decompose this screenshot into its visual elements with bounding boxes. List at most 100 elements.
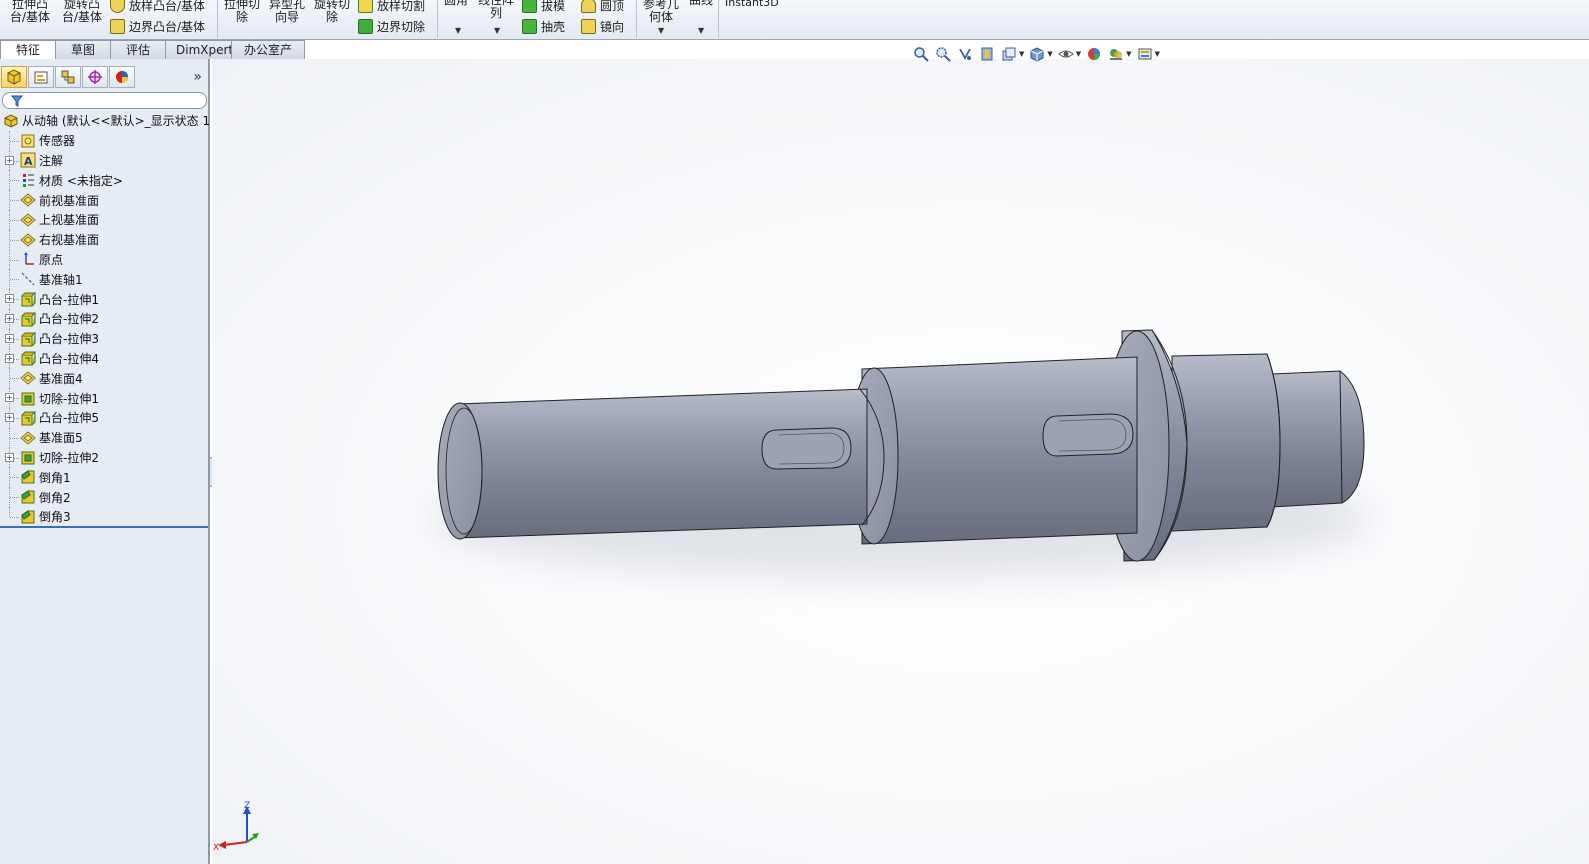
tab-features[interactable]: 特征 (0, 40, 56, 59)
expand-node-icon[interactable]: + (5, 393, 14, 403)
expand-node-icon[interactable]: + (5, 452, 14, 462)
linear-pattern-button[interactable]: 线性阵 列 (478, 0, 514, 20)
tab-sketch[interactable]: 草图 (55, 40, 111, 59)
tree-item[interactable]: + 切除-拉伸1 (0, 388, 208, 408)
tree-item[interactable]: 倒角2 (0, 487, 208, 507)
tree-item[interactable]: + 凸台-拉伸5 (0, 407, 208, 428)
view-settings-dropdown-icon[interactable]: ▼ (1155, 50, 1160, 58)
tree-item[interactable]: 右视基准面 (0, 229, 208, 250)
dome-button[interactable]: 圆顶 (581, 0, 624, 14)
revolve-cut-button[interactable]: 旋转切 除 (314, 0, 350, 24)
chamfer-icon (20, 489, 36, 505)
dimxpert-icon (88, 70, 102, 84)
display-style-dropdown-icon[interactable]: ▼ (1047, 50, 1052, 58)
tree-item[interactable]: 前视基准面 (0, 190, 208, 210)
expand-node-icon[interactable]: + (5, 353, 14, 363)
curves-dropdown-icon[interactable]: ▼ (698, 26, 704, 35)
fillet-dropdown-icon[interactable]: ▼ (455, 26, 461, 35)
tree-item[interactable]: 倒角3 (0, 506, 208, 527)
display-manager-tab-button[interactable] (109, 66, 135, 88)
view-settings-icon[interactable] (1136, 45, 1154, 63)
zoom-to-area-icon[interactable] (934, 45, 952, 63)
tree-branch-line (10, 497, 19, 499)
tree-item[interactable]: + 凸台-拉伸1 (0, 289, 208, 309)
apply-scene-dropdown-icon[interactable]: ▼ (1126, 50, 1131, 58)
mirror-button[interactable]: 镜向 (581, 18, 624, 35)
tree-item[interactable]: + 切除-拉伸2 (0, 447, 208, 468)
expand-panel-icon[interactable]: » (193, 69, 202, 85)
tree-item-label: 基准面4 (39, 371, 83, 386)
tree-item[interactable]: 基准面4 (0, 368, 208, 389)
shell-button[interactable]: 抽壳 (522, 18, 565, 35)
tree-bottom-divider (0, 526, 208, 528)
edit-appearance-icon[interactable] (1085, 45, 1103, 63)
boundary-boss-button[interactable]: 边界凸台/基体 (110, 18, 205, 35)
tab-office-products[interactable]: 办公室产品 (231, 40, 305, 75)
expand-node-icon[interactable]: + (5, 155, 14, 165)
previous-view-icon[interactable] (956, 45, 974, 63)
hide-show-dropdown-icon[interactable]: ▼ (1076, 50, 1081, 58)
linear-pattern-label: 线性阵 列 (478, 0, 515, 20)
zoom-to-fit-icon[interactable] (912, 45, 930, 63)
tree-item-list: 传感器 + A 注解 材质 <未指定> 前视基准面 上视基准面 右视基准面 原点 基准轴1 + 凸台-… (0, 130, 208, 527)
tab-evaluate[interactable]: 评估 (110, 40, 166, 59)
ribbon-separator (217, 0, 218, 38)
view-orientation-dropdown-icon[interactable]: ▼ (1019, 50, 1024, 58)
feature-manager-tab-button[interactable] (1, 66, 27, 88)
tree-item[interactable]: 传感器 (0, 130, 208, 151)
tree-item[interactable]: 上视基准面 (0, 209, 208, 230)
tree-item[interactable]: 基准面5 (0, 427, 208, 448)
pattern-dropdown-icon[interactable]: ▼ (494, 26, 500, 35)
expand-node-icon[interactable]: + (5, 412, 14, 422)
tree-item-label: 凸台-拉伸5 (39, 411, 99, 426)
tree-item[interactable]: + 凸台-拉伸4 (0, 348, 208, 369)
tree-item[interactable]: 基准轴1 (0, 269, 208, 290)
hide-show-items-icon[interactable] (1057, 45, 1075, 63)
tree-item-label: 材质 <未指定> (39, 173, 123, 188)
view-orientation-icon[interactable] (1000, 45, 1018, 63)
tree-item[interactable]: + A 注解 (0, 150, 208, 171)
tree-item[interactable]: 材质 <未指定> (0, 170, 208, 191)
instant3d-button[interactable]: Instant3D (725, 0, 779, 9)
triad-x-label: X (213, 843, 219, 853)
dimxpert-manager-tab-button[interactable] (82, 66, 108, 88)
apply-scene-icon[interactable] (1107, 45, 1125, 63)
display-style-icon[interactable] (1028, 45, 1046, 63)
reference-geometry-dropdown-icon[interactable]: ▼ (658, 26, 664, 35)
cut-icon (20, 390, 36, 406)
tab-dimxpert[interactable]: DimXpert (165, 40, 233, 59)
revolve-boss-button[interactable]: 旋转凸 台/基体 (62, 0, 102, 24)
loft-cut-button[interactable]: 放样切割 (358, 0, 425, 14)
loft-boss-button[interactable]: 放样凸台/基体 (110, 0, 205, 14)
reference-triad: Z X (212, 800, 272, 858)
tree-root-part[interactable]: 从动轴 (默认<<默认>_显示状态 1 (0, 111, 210, 131)
fillet-button[interactable]: 圆角 (444, 0, 468, 7)
tree-item[interactable]: 倒角1 (0, 467, 208, 488)
feature-tree-icon (7, 69, 21, 85)
extrude-boss-button[interactable]: 拉伸凸 台/基体 (10, 0, 50, 24)
curves-button[interactable]: 曲线 (689, 0, 713, 7)
tree-item[interactable]: + 凸台-拉伸2 (0, 308, 208, 329)
loft-cut-icon (358, 0, 373, 13)
tree-filter-input[interactable] (2, 92, 207, 109)
tree-item[interactable]: + 凸台-拉伸3 (0, 328, 208, 349)
tree-item-label: 右视基准面 (39, 233, 100, 248)
expand-node-icon[interactable]: + (5, 294, 14, 304)
hole-wizard-button[interactable]: 异型孔 向导 (269, 0, 305, 24)
graphics-viewport[interactable]: ▼ ▼ ▼ ▼ ▼ (212, 47, 1589, 864)
extrude-cut-label: 拉伸切 除 (224, 0, 261, 24)
boundary-cut-button[interactable]: 边界切除 (358, 18, 425, 35)
expand-node-icon[interactable]: + (5, 333, 14, 343)
reference-geometry-button[interactable]: 参考几 何体 (643, 0, 679, 24)
revolve-boss-label: 旋转凸 台/基体 (62, 0, 103, 24)
configuration-manager-tab-button[interactable] (55, 66, 81, 88)
extrude-icon (20, 311, 36, 327)
extrude-cut-button[interactable]: 拉伸切 除 (224, 0, 260, 24)
property-manager-tab-button[interactable] (28, 66, 54, 88)
tree-branch-line (10, 279, 19, 281)
expand-node-icon[interactable]: + (5, 313, 14, 323)
tree-item[interactable]: 原点 (0, 249, 208, 270)
draft-button[interactable]: 拔模 (522, 0, 565, 14)
section-view-icon[interactable] (978, 45, 996, 63)
extrude-icon (20, 410, 36, 426)
